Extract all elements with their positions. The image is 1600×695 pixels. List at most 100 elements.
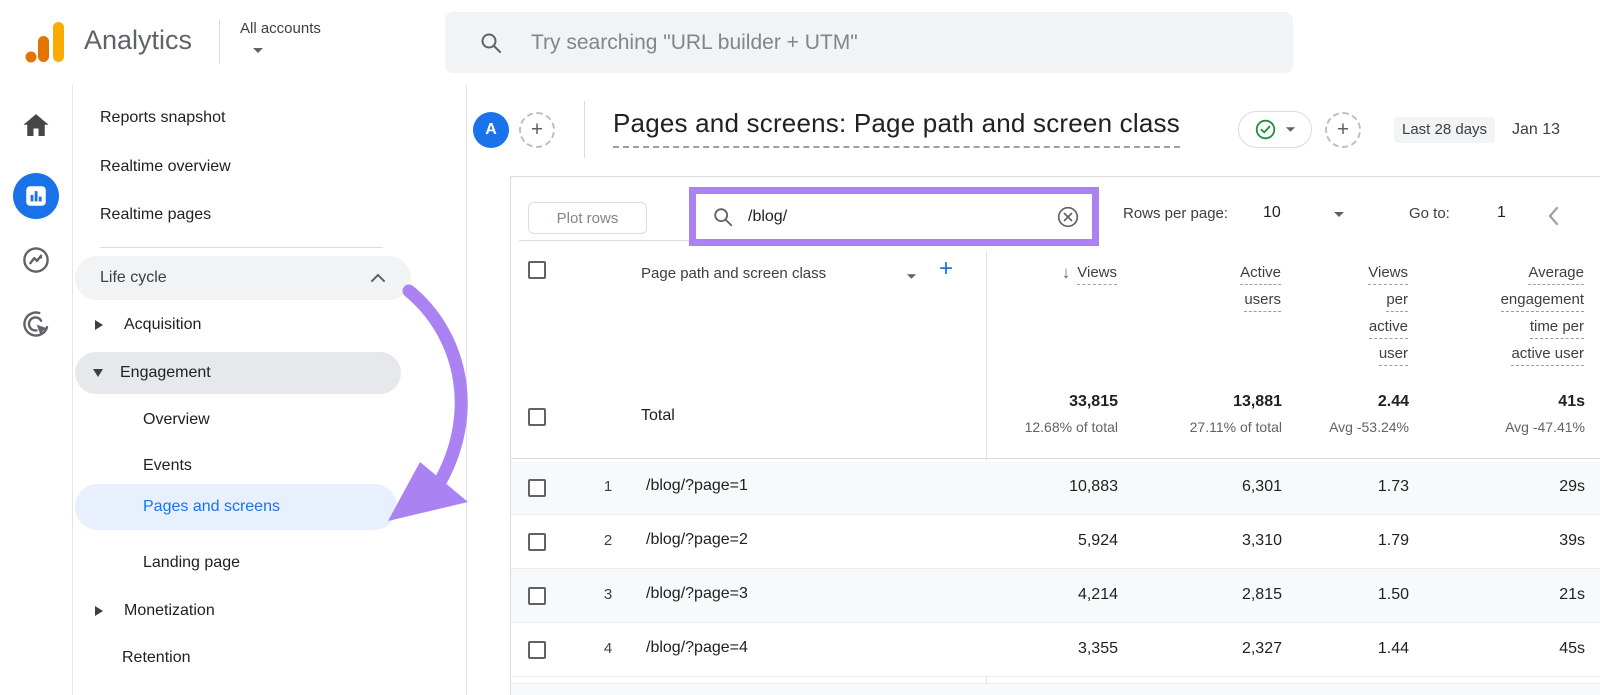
sidebar-item-reports-snapshot[interactable]: Reports snapshot xyxy=(100,104,225,132)
table-search-input[interactable]: /blog/ xyxy=(689,187,1099,246)
row-checkbox[interactable] xyxy=(528,641,546,659)
sidebar-item-retention[interactable]: Retention xyxy=(122,644,191,672)
top-bar: Analytics All accounts Try searching "UR… xyxy=(0,0,1600,85)
active-users-value: 2,815 xyxy=(1242,586,1282,604)
explore-icon[interactable] xyxy=(21,245,51,275)
row-number: 2 xyxy=(596,532,620,549)
header-divider xyxy=(584,101,585,158)
analytics-logo-icon xyxy=(24,20,68,64)
advertising-icon[interactable] xyxy=(21,309,51,339)
go-to-page-input[interactable]: 1 xyxy=(1497,204,1506,222)
sidebar-group-acquisition[interactable]: Acquisition xyxy=(75,311,201,339)
rows-per-page-value[interactable]: 10 xyxy=(1263,204,1281,222)
avg-engagement-time-value: 45s xyxy=(1559,640,1585,658)
search-icon xyxy=(712,206,734,228)
views-per-active-user-value: 1.79 xyxy=(1378,532,1409,550)
row-checkbox[interactable] xyxy=(528,587,546,605)
table-total-row: Total 33,81512.68% of total 13,88127.11%… xyxy=(511,376,1600,459)
views-value: 4,214 xyxy=(1078,586,1118,604)
add-comparison-button[interactable]: + xyxy=(519,112,555,148)
nav-rail xyxy=(0,85,73,695)
ga-app: Analytics All accounts Try searching "UR… xyxy=(0,0,1600,695)
views-per-active-user-value: 1.73 xyxy=(1378,478,1409,496)
product-name: Analytics xyxy=(84,25,192,56)
total-avg-engagement-time: 41sAvg -47.41% xyxy=(1505,393,1585,435)
total-active-users: 13,88127.11% of total xyxy=(1190,393,1282,435)
section-label: Life cycle xyxy=(100,269,167,287)
row-checkbox[interactable] xyxy=(528,533,546,551)
sidebar-item-realtime-overview[interactable]: Realtime overview xyxy=(100,153,231,181)
avg-engagement-time-value: 21s xyxy=(1559,586,1585,604)
active-users-value: 2,327 xyxy=(1242,640,1282,658)
column-header-average-engagement-time[interactable]: Average engagement time per active user xyxy=(1501,263,1584,371)
page-path: /blog/?page=3 xyxy=(646,585,748,603)
expand-right-icon xyxy=(95,606,103,616)
page-path: /blog/?page=2 xyxy=(646,531,748,549)
search-icon xyxy=(479,31,503,55)
add-dimension-icon[interactable]: + xyxy=(939,255,953,283)
caret-down-icon[interactable] xyxy=(252,47,264,54)
avg-engagement-time-value: 29s xyxy=(1559,478,1585,496)
table-row: 2 /blog/?page=2 5,924 3,310 1.79 39s xyxy=(511,515,1600,569)
dimension-header[interactable]: Page path and screen class xyxy=(641,265,826,282)
search-placeholder: Try searching "URL builder + UTM" xyxy=(531,31,858,55)
chevron-left-icon[interactable] xyxy=(1543,203,1565,229)
sidebar-divider xyxy=(100,247,383,248)
go-to-label: Go to: xyxy=(1409,205,1450,222)
select-all-checkbox[interactable] xyxy=(528,261,546,279)
chevron-up-icon xyxy=(371,274,385,282)
views-value: 3,355 xyxy=(1078,640,1118,658)
expand-right-icon xyxy=(95,320,103,330)
caret-down-icon[interactable] xyxy=(1333,211,1345,218)
report-status-dropdown[interactable] xyxy=(1238,111,1312,148)
next-row-partial xyxy=(511,683,1600,695)
total-row-checkbox[interactable] xyxy=(528,408,546,426)
sidebar-item-landing-page[interactable]: Landing page xyxy=(143,549,240,577)
row-number: 1 xyxy=(596,478,620,495)
rows-per-page-label: Rows per page: xyxy=(1123,205,1228,222)
table-row: 4 /blog/?page=4 3,355 2,327 1.44 45s xyxy=(511,623,1600,677)
account-switcher[interactable]: All accounts xyxy=(240,20,321,37)
property-avatar[interactable]: A xyxy=(473,112,509,148)
views-per-active-user-value: 1.44 xyxy=(1378,640,1409,658)
date-range-selector[interactable]: Last 28 days xyxy=(1394,117,1495,143)
sidebar-item-realtime-pages[interactable]: Realtime pages xyxy=(100,201,211,229)
sidebar-item-overview[interactable]: Overview xyxy=(143,406,210,434)
column-header-active-users[interactable]: Active users xyxy=(1240,263,1281,317)
avg-engagement-time-value: 39s xyxy=(1559,532,1585,550)
sidebar-item-pages-and-screens[interactable]: Pages and screens xyxy=(75,484,397,530)
sidebar-section-life-cycle[interactable]: Life cycle xyxy=(75,256,411,300)
toolbar-underline xyxy=(519,240,689,241)
table-row: 1 /blog/?page=1 10,883 6,301 1.73 29s xyxy=(511,461,1600,515)
total-label: Total xyxy=(641,407,675,425)
report-title[interactable]: Pages and screens: Page path and screen … xyxy=(613,108,1180,148)
sort-descending-icon: ↓ xyxy=(1062,263,1071,282)
active-users-value: 3,310 xyxy=(1242,532,1282,550)
page-path: /blog/?page=1 xyxy=(646,477,748,495)
share-insights-button[interactable]: + xyxy=(1325,112,1361,148)
plot-rows-button[interactable]: Plot rows xyxy=(528,202,647,234)
caret-down-icon xyxy=(1285,126,1296,133)
row-number: 3 xyxy=(596,586,620,603)
row-number: 4 xyxy=(596,640,620,657)
expand-down-icon xyxy=(93,369,103,377)
total-views-per-active-user: 2.44Avg -53.24% xyxy=(1329,393,1409,435)
sidebar-item-events[interactable]: Events xyxy=(143,452,192,480)
check-circle-icon xyxy=(1255,119,1276,140)
column-header-views-per-active-user[interactable]: Views per active user xyxy=(1368,263,1408,371)
views-per-active-user-value: 1.50 xyxy=(1378,586,1409,604)
page-path: /blog/?page=4 xyxy=(646,639,748,657)
topbar-divider xyxy=(219,20,220,64)
sidebar-group-engagement[interactable]: Engagement xyxy=(75,352,401,394)
global-search-bar[interactable]: Try searching "URL builder + UTM" xyxy=(445,12,1293,73)
home-icon[interactable] xyxy=(21,111,51,141)
views-value: 10,883 xyxy=(1069,478,1118,496)
caret-down-icon[interactable] xyxy=(906,273,917,280)
sidebar-group-monetization[interactable]: Monetization xyxy=(75,597,215,625)
reports-icon[interactable] xyxy=(13,173,59,219)
column-header-views[interactable]: ↓ Views xyxy=(1062,263,1117,290)
clear-search-icon[interactable] xyxy=(1056,205,1080,229)
table-search-value: /blog/ xyxy=(748,208,787,226)
total-views: 33,81512.68% of total xyxy=(1025,393,1118,435)
row-checkbox[interactable] xyxy=(528,479,546,497)
